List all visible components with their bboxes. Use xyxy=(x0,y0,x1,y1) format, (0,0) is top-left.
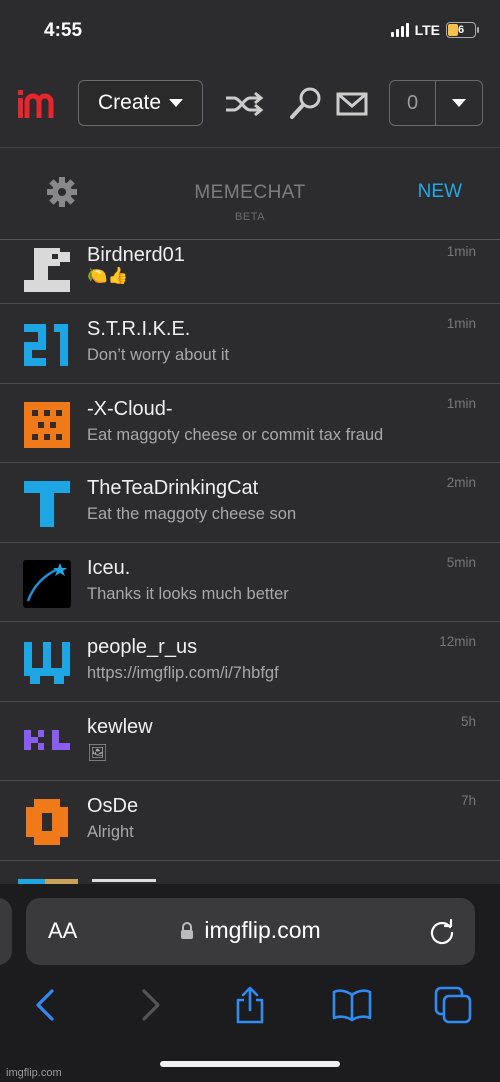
blue-21-avatar-icon xyxy=(24,324,68,366)
bookmarks-icon[interactable] xyxy=(332,986,372,1024)
chat-time: 1min xyxy=(446,316,476,331)
partial-name xyxy=(92,878,156,882)
chat-name: TheTeaDrinkingCat xyxy=(87,477,259,499)
chat-message: Thanks it looks much better xyxy=(87,584,289,603)
status-bar: 4:55 LTE 6 xyxy=(0,0,500,62)
chat-message: Eat the maggoty cheese son xyxy=(87,505,297,523)
tabs-icon[interactable] xyxy=(434,986,474,1024)
chat-message: Eat maggoty cheese or commit tax fraud xyxy=(87,425,384,444)
status-indicators: LTE 6 xyxy=(390,22,479,38)
blue-t-avatar-icon xyxy=(24,481,70,527)
chat-row[interactable]: kewlew 🖼 5h xyxy=(0,702,500,781)
app-header: Create 0 xyxy=(0,62,500,148)
shooting-star-avatar-icon xyxy=(23,559,71,608)
mail-icon[interactable] xyxy=(336,91,368,117)
chat-time: 7h xyxy=(460,793,476,808)
chat-row[interactable]: people_r_us https://imgflip.com/i/7hbfgf… xyxy=(0,622,500,702)
signal-icon xyxy=(390,23,409,37)
chat-message: Don’t worry about it xyxy=(87,346,230,364)
shuffle-icon[interactable] xyxy=(224,88,264,120)
home-indicator[interactable] xyxy=(160,1061,340,1067)
imgflip-logo-icon[interactable] xyxy=(16,86,64,122)
share-icon[interactable] xyxy=(230,986,270,1024)
chat-name: S.T.R.I.K.E. xyxy=(87,318,191,340)
chat-name: Birdnerd01 xyxy=(87,244,185,266)
chat-message: 🍋👍 xyxy=(87,267,129,285)
chat-list: Birdnerd01 🍋👍 1min S.T.R.I.K.E. Don’t wo… xyxy=(0,240,500,884)
memechat-header: MEMECHAT BETA NEW xyxy=(0,148,500,240)
blue-w-avatar-icon xyxy=(24,642,70,684)
new-chat-button[interactable]: NEW xyxy=(418,181,462,203)
forward-icon[interactable] xyxy=(130,986,170,1024)
orange-checker-avatar-icon xyxy=(24,401,70,448)
notification-count[interactable]: 0 xyxy=(390,81,436,125)
purple-kl-avatar-icon xyxy=(24,729,70,750)
url-display[interactable]: imgflip.com xyxy=(26,917,475,944)
chat-name: -X-Cloud- xyxy=(87,397,173,420)
battery-icon: 6 xyxy=(446,22,479,38)
chat-time: 5h xyxy=(460,713,476,729)
watermark: imgflip.com xyxy=(6,1067,62,1079)
chat-message: 🖼 xyxy=(87,743,108,762)
orange-block-avatar-icon xyxy=(26,799,68,845)
chat-time: 5min xyxy=(446,554,476,570)
lock-icon xyxy=(181,921,194,939)
status-time: 4:55 xyxy=(44,20,83,41)
chat-row[interactable]: Birdnerd01 🍋👍 1min xyxy=(0,240,500,304)
chat-row[interactable]: OsDe Alright 7h xyxy=(0,781,500,861)
url-text: imgflip.com xyxy=(204,917,321,943)
reload-icon[interactable] xyxy=(429,919,455,945)
notification-box[interactable]: 0 xyxy=(389,80,483,126)
create-button[interactable]: Create xyxy=(78,80,203,126)
chat-time: 12min xyxy=(439,634,476,649)
address-bar[interactable]: AA imgflip.com xyxy=(26,898,475,965)
notification-dropdown-button[interactable] xyxy=(436,81,482,125)
chat-row[interactable]: Iceu. Thanks it looks much better 5min xyxy=(0,543,500,622)
chat-name: kewlew xyxy=(87,715,153,738)
chat-time: 1min xyxy=(446,395,476,411)
chat-message: Alright xyxy=(87,823,134,841)
chat-name: Iceu. xyxy=(87,556,131,579)
battery-level: 6 xyxy=(457,24,465,36)
network-label: LTE xyxy=(414,22,440,38)
chat-time: 2min xyxy=(446,475,476,490)
create-label: Create xyxy=(97,91,162,114)
search-icon[interactable] xyxy=(288,86,324,120)
chat-name: OsDe xyxy=(87,795,139,817)
chat-row[interactable]: TheTeaDrinkingCat Eat the maggoty cheese… xyxy=(0,463,500,543)
blocky-gray-avatar-icon xyxy=(24,248,70,292)
browser-toolbar: AA imgflip.com imgflip.com xyxy=(0,884,500,1082)
chat-message: https://imgflip.com/i/7hbfgf xyxy=(87,664,279,682)
previous-tab-edge[interactable] xyxy=(0,898,12,965)
back-icon[interactable] xyxy=(26,986,66,1024)
chat-row[interactable]: S.T.R.I.K.E. Don’t worry about it 1min xyxy=(0,304,500,384)
beta-label: BETA xyxy=(235,211,265,223)
chat-time: 1min xyxy=(446,244,476,259)
chat-row[interactable]: -X-Cloud- Eat maggoty cheese or commit t… xyxy=(0,384,500,463)
chevron-down-icon xyxy=(169,99,184,107)
chat-name: people_r_us xyxy=(87,636,198,658)
chevron-down-icon xyxy=(452,99,466,107)
chat-row-partial xyxy=(0,861,500,884)
